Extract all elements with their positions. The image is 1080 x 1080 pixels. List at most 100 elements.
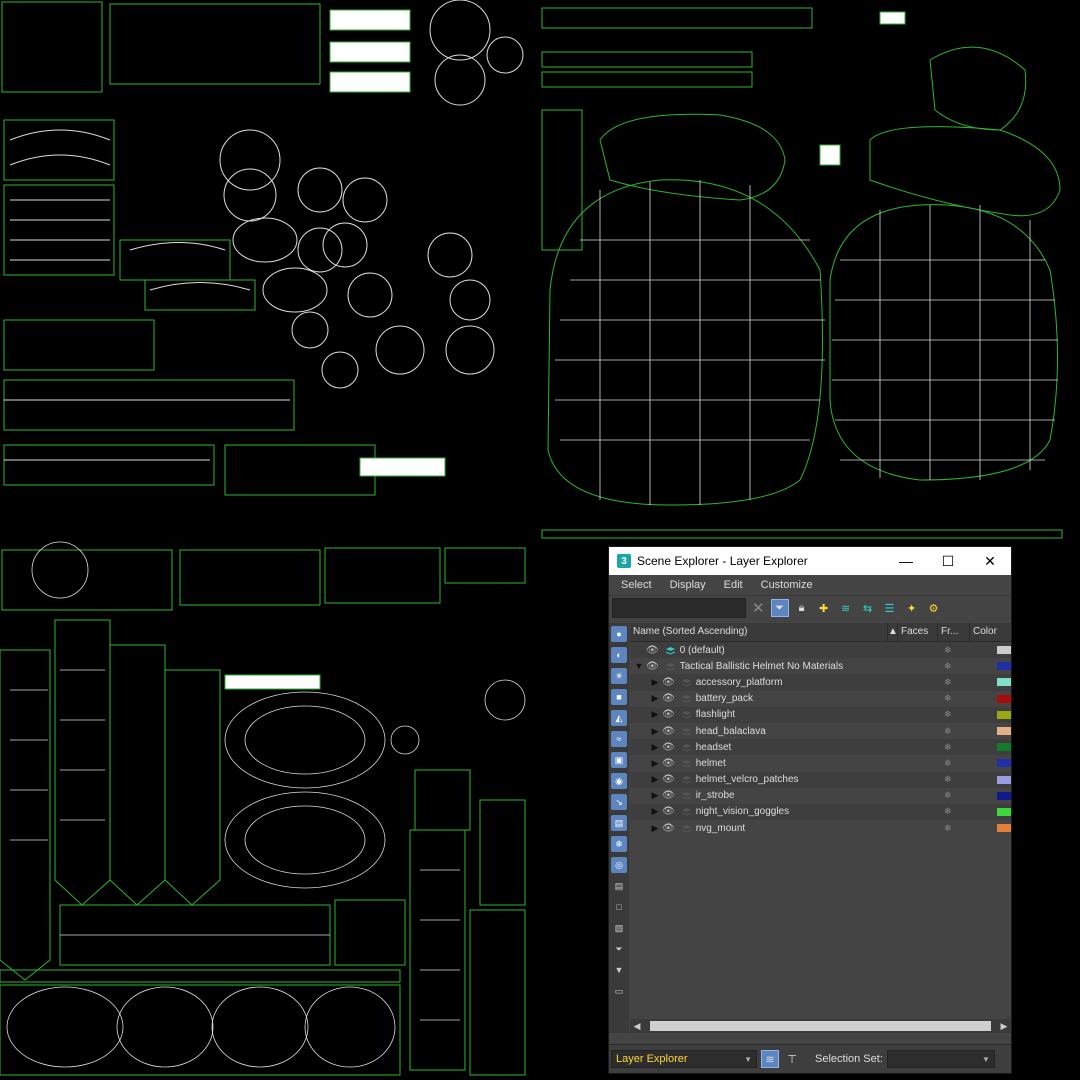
freeze-icon[interactable]: ❄ bbox=[944, 758, 952, 769]
maximize-button[interactable]: ☐ bbox=[927, 547, 969, 575]
search-input[interactable] bbox=[612, 598, 746, 618]
layer-color-swatch[interactable] bbox=[997, 710, 1011, 719]
visibility-eye-icon[interactable]: 👁︎ bbox=[662, 709, 675, 720]
expand-arrow-icon[interactable]: ▶ bbox=[650, 806, 660, 817]
layer-row[interactable]: ▶ 👁︎ battery_pack ❄ bbox=[630, 691, 1011, 707]
layer-color-swatch[interactable] bbox=[997, 759, 1011, 768]
freeze-icon[interactable]: ❄ bbox=[944, 645, 952, 656]
layer-color-swatch[interactable] bbox=[997, 807, 1011, 816]
layer-row[interactable]: ▶ 👁︎ ir_strobe ❄ bbox=[630, 788, 1011, 804]
column-name[interactable]: Name (Sorted Ascending) bbox=[630, 623, 888, 641]
display-all-icon[interactable]: ▤ bbox=[611, 878, 627, 894]
freeze-icon[interactable]: ❄ bbox=[944, 709, 952, 720]
display-none-icon[interactable]: □ bbox=[611, 899, 627, 915]
display-hidden-icon[interactable]: ◎ bbox=[611, 857, 627, 873]
expand-arrow-icon[interactable]: ▶ bbox=[650, 693, 660, 704]
display-invert-icon[interactable]: ▧ bbox=[611, 920, 627, 936]
expand-arrow-icon[interactable]: ▼ bbox=[634, 661, 644, 671]
display-lights-icon[interactable]: ☀ bbox=[611, 668, 627, 684]
visibility-eye-icon[interactable]: 👁︎ bbox=[662, 742, 675, 753]
layer-row[interactable]: 👁︎ 0 (default) ❄ bbox=[630, 642, 1011, 659]
layers-icon[interactable]: ≋ bbox=[837, 599, 855, 617]
visibility-eye-icon[interactable]: 👁︎ bbox=[662, 774, 675, 785]
column-frozen[interactable]: Fr... bbox=[938, 623, 970, 641]
clear-search-icon[interactable]: ✕ bbox=[752, 599, 765, 617]
scroll-right-icon[interactable]: ▶ bbox=[997, 1019, 1011, 1033]
freeze-icon[interactable]: ❄ bbox=[944, 661, 952, 672]
display-bones-icon[interactable]: ↘ bbox=[611, 794, 627, 810]
add-layer-icon[interactable]: ✚ bbox=[815, 599, 833, 617]
layer-row[interactable]: ▶ 👁︎ accessory_platform ❄ bbox=[630, 674, 1011, 691]
menu-select[interactable]: Select bbox=[615, 579, 658, 591]
selection-set-dropdown[interactable]: ▼ bbox=[886, 1050, 995, 1068]
expand-arrow-icon[interactable]: ▶ bbox=[650, 677, 660, 688]
layer-color-swatch[interactable] bbox=[997, 727, 1011, 736]
settings-icon[interactable]: ⚙ bbox=[925, 599, 943, 617]
layer-color-swatch[interactable] bbox=[997, 694, 1011, 703]
expand-arrow-icon[interactable]: ▶ bbox=[650, 758, 660, 769]
display-helpers-icon[interactable]: ◭ bbox=[611, 710, 627, 726]
expand-arrow-icon[interactable]: ▶ bbox=[650, 742, 660, 753]
visibility-eye-icon[interactable]: 👁︎ bbox=[662, 823, 675, 834]
layer-row[interactable]: ▶ 👁︎ helmet ❄ bbox=[630, 755, 1011, 771]
freeze-icon[interactable]: ❄ bbox=[944, 790, 952, 801]
layer-mode-icon[interactable]: ≋ bbox=[761, 1050, 779, 1068]
expand-arrow-icon[interactable]: ▶ bbox=[650, 726, 660, 737]
sort-ascending-icon[interactable]: ▲ bbox=[888, 623, 898, 641]
stack-icon[interactable]: ☰ bbox=[881, 599, 899, 617]
layer-color-swatch[interactable] bbox=[997, 824, 1011, 833]
layer-row[interactable]: ▶ 👁︎ flashlight ❄ bbox=[630, 706, 1011, 723]
display-cameras-icon[interactable]: ■ bbox=[611, 689, 627, 705]
freeze-icon[interactable]: ❄ bbox=[944, 823, 952, 834]
visibility-eye-icon[interactable]: 👁︎ bbox=[646, 645, 659, 656]
minimize-button[interactable]: — bbox=[885, 547, 927, 575]
freeze-icon[interactable]: ❄ bbox=[944, 742, 952, 753]
filter-toggle-icon[interactable]: ▼ bbox=[611, 962, 627, 978]
expand-arrow-icon[interactable]: ▶ bbox=[650, 774, 660, 785]
visibility-eye-icon[interactable]: 👁︎ bbox=[662, 790, 675, 801]
layer-row[interactable]: ▶ 👁︎ nvg_mount ❄ bbox=[630, 820, 1011, 836]
explorer-dropdown[interactable]: Layer Explorer ▼ bbox=[611, 1050, 757, 1068]
menu-edit[interactable]: Edit bbox=[718, 579, 749, 591]
display-containers-icon[interactable]: ▤ bbox=[611, 815, 627, 831]
freeze-icon[interactable]: ❄ bbox=[944, 774, 952, 785]
layer-row[interactable]: ▼ 👁︎ Tactical Ballistic Helmet No Material… bbox=[630, 658, 1011, 674]
layer-row[interactable]: ▶ 👁︎ helmet_velcro_patches ❄ bbox=[630, 771, 1011, 788]
expand-arrow-icon[interactable]: ▶ bbox=[650, 823, 660, 834]
expand-arrow-icon[interactable]: ▶ bbox=[650, 790, 660, 801]
visibility-eye-icon[interactable]: 👁︎ bbox=[662, 758, 675, 769]
column-color[interactable]: Color bbox=[970, 623, 1010, 641]
scroll-thumb[interactable] bbox=[650, 1021, 991, 1031]
scroll-left-icon[interactable]: ◀ bbox=[630, 1019, 644, 1033]
layer-color-swatch[interactable] bbox=[997, 662, 1011, 671]
visibility-eye-icon[interactable]: 👁︎ bbox=[662, 677, 675, 688]
layer-row[interactable]: ▶ 👁︎ headset ❄ bbox=[630, 739, 1011, 756]
display-geometry-icon[interactable]: ● bbox=[611, 626, 627, 642]
layer-row[interactable]: ▶ 👁︎ head_balaclava ❄ bbox=[630, 723, 1011, 739]
expand-arrow-icon[interactable]: ▶ bbox=[650, 709, 660, 720]
display-groups-icon[interactable]: ▣ bbox=[611, 752, 627, 768]
display-frozen-icon[interactable]: ❄ bbox=[611, 836, 627, 852]
freeze-icon[interactable]: ❄ bbox=[944, 677, 952, 688]
visibility-eye-icon[interactable]: 👁︎ bbox=[662, 806, 675, 817]
freeze-icon[interactable]: ❄ bbox=[944, 693, 952, 704]
filter-icon[interactable]: ⏷ bbox=[611, 941, 627, 957]
freeze-icon[interactable]: ❄ bbox=[944, 806, 952, 817]
lock-icon[interactable]: 🔒︎ bbox=[793, 599, 811, 617]
layer-color-swatch[interactable] bbox=[997, 791, 1011, 800]
menu-display[interactable]: Display bbox=[664, 579, 712, 591]
visibility-eye-icon[interactable]: 👁︎ bbox=[646, 661, 659, 672]
layer-color-swatch[interactable] bbox=[997, 743, 1011, 752]
close-button[interactable]: ✕ bbox=[969, 547, 1011, 575]
layer-color-swatch[interactable] bbox=[997, 678, 1011, 687]
display-spacewarps-icon[interactable]: ≈ bbox=[611, 731, 627, 747]
column-faces[interactable]: Faces bbox=[898, 623, 938, 641]
frame-icon[interactable]: ▭ bbox=[611, 983, 627, 999]
layer-color-swatch[interactable] bbox=[997, 646, 1011, 655]
visibility-eye-icon[interactable]: 👁︎ bbox=[662, 693, 675, 704]
highlight-icon[interactable]: ✦ bbox=[903, 599, 921, 617]
move-icon[interactable]: ⇆ bbox=[859, 599, 877, 617]
funnel-icon[interactable]: ⏷ bbox=[770, 599, 789, 617]
menu-customize[interactable]: Customize bbox=[755, 579, 819, 591]
horizontal-scrollbar[interactable]: ◀ ▶ bbox=[630, 1019, 1011, 1033]
